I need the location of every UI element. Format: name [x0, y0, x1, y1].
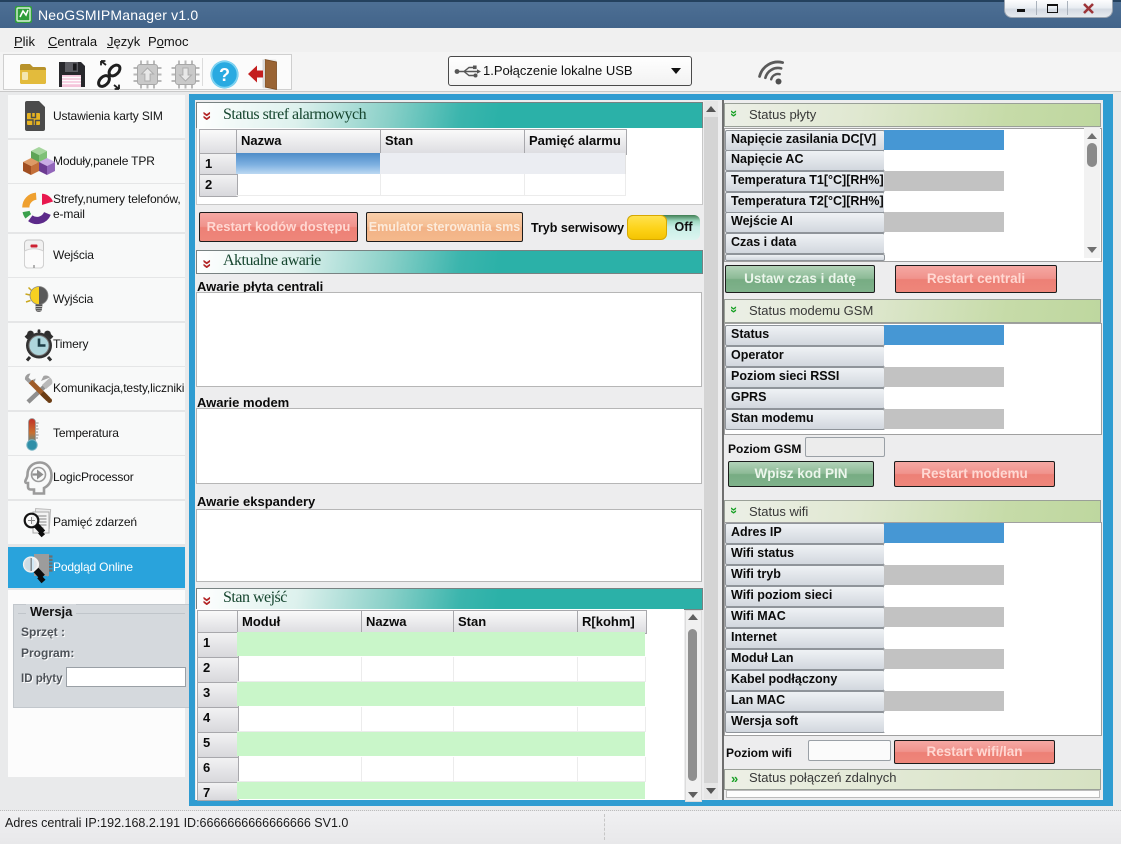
svg-text:?: ?	[219, 65, 230, 85]
